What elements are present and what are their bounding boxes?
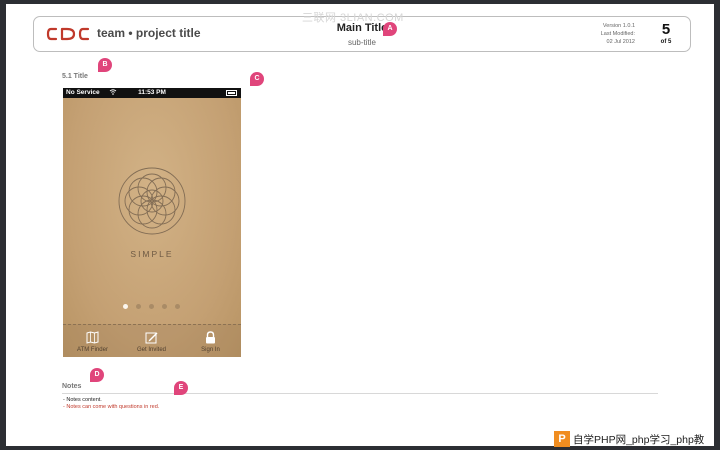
tab-label: ATM Finder	[77, 347, 108, 353]
notes-divider	[62, 393, 658, 394]
spec-page: team • project title Main Title sub-titl…	[6, 4, 714, 448]
page-dot[interactable]	[149, 304, 154, 309]
note-question: - Notes can come with questions in red.	[63, 404, 160, 410]
site-watermark-bottom: P 自学PHP网_php学习_php教	[554, 430, 704, 448]
tab-get-invited[interactable]: Get Invited	[122, 325, 181, 357]
status-bar: No Service 11:53 PM	[63, 88, 241, 98]
version-label: Version 1.0.1	[602, 23, 635, 29]
page-number-current: 5	[661, 21, 671, 38]
tab-label: Sign In	[201, 347, 220, 353]
page-dot[interactable]	[136, 304, 141, 309]
tab-label: Get Invited	[136, 347, 166, 353]
annotation-marker-e: E	[174, 381, 188, 395]
page-number-total: of 5	[660, 39, 672, 45]
watermark-logo-icon: P	[554, 431, 570, 447]
site-watermark: 三联网 3LIAN.COM	[302, 12, 404, 24]
pencil-note-icon	[145, 332, 158, 344]
page-dot[interactable]	[175, 304, 180, 309]
tab-sign-in[interactable]: Sign In	[181, 325, 240, 357]
tab-bar: ATM Finder Get Invited Sign In	[63, 324, 241, 357]
last-modified-date: 02 Jul 2012	[606, 39, 635, 45]
lock-icon	[206, 331, 215, 344]
page-indicator[interactable]	[122, 303, 184, 311]
annotation-marker-c: C	[250, 72, 264, 86]
battery-icon	[226, 90, 237, 96]
version-info: Version 1.0.1 Last Modified: 02 Jul 2012	[591, 22, 635, 46]
last-modified-label: Last Modified:	[600, 31, 635, 37]
app-launch-screen: SIMPLE ATM Finder Get Invited Sign In	[63, 98, 241, 357]
phone-screenshot: No Service 11:53 PM SIMPLE ATM Finder Ge…	[63, 88, 241, 357]
brand-wordmark: SIMPLE	[130, 249, 174, 259]
spirograph-logo-icon	[118, 167, 186, 235]
clock-label: 11:53 PM	[138, 89, 166, 96]
annotation-marker-b: B	[98, 58, 112, 72]
watermark-text: 自学PHP网_php学习_php教	[573, 433, 705, 446]
notes-title: Notes	[62, 383, 82, 390]
annotation-marker-d: D	[90, 368, 104, 382]
page-number: 5 of 5	[646, 21, 686, 46]
map-book-icon	[86, 331, 99, 344]
note-item: - Notes content.	[63, 397, 102, 403]
page-dot[interactable]	[162, 304, 167, 309]
tab-atm-finder[interactable]: ATM Finder	[63, 325, 122, 357]
section-title: 5.1 Title	[62, 73, 88, 80]
page-dot-active[interactable]	[123, 304, 128, 309]
